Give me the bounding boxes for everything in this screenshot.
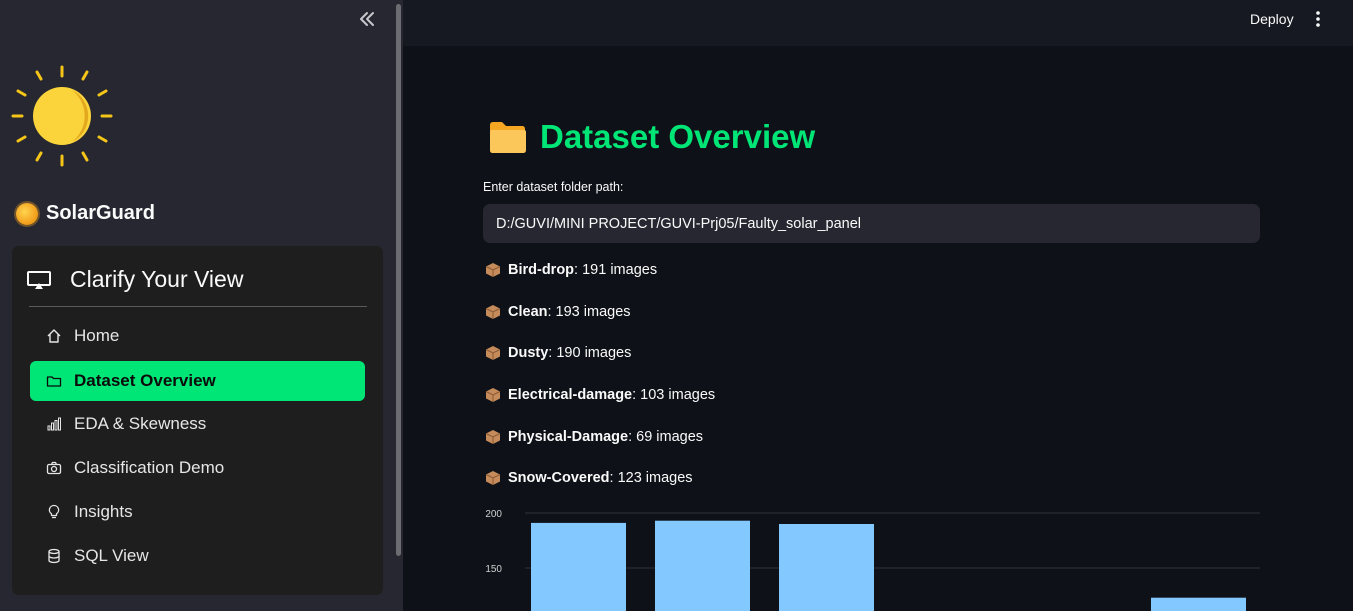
class-count-row: Bird-drop: 191 images	[485, 262, 657, 278]
brand-label: SolarGuard	[46, 202, 155, 224]
nav-item-label: SQL View	[74, 546, 149, 565]
class-name: Clean	[508, 304, 548, 320]
database-icon	[48, 548, 60, 564]
class-count: : 69 images	[628, 429, 704, 445]
deploy-button[interactable]: Deploy	[1244, 8, 1300, 30]
class-name: Physical-Damage	[508, 429, 629, 445]
kebab-menu-icon	[1316, 11, 1320, 27]
class-count-row: Physical-Damage: 69 images	[485, 429, 703, 445]
class-distribution-chart: 200 150	[485, 509, 1260, 611]
nav-item-label: Classification Demo	[74, 458, 225, 477]
nav-item-sql-view[interactable]: SQL View	[30, 536, 365, 576]
folder-icon	[46, 376, 62, 387]
folder-emoji-icon	[490, 122, 526, 153]
page-title-text: Dataset Overview	[540, 118, 816, 155]
camera-icon	[46, 461, 62, 475]
nav-menu-header: Clarify Your View	[26, 266, 243, 293]
class-count: : 193 images	[547, 304, 631, 320]
package-icon	[485, 388, 501, 402]
class-count-row: Electrical-damage: 103 images	[485, 387, 715, 403]
app-header	[403, 0, 1353, 46]
package-icon	[485, 305, 501, 319]
nav-item-classification-demo[interactable]: Classification Demo	[30, 448, 365, 488]
brand-title: SolarGuard	[16, 202, 155, 225]
class-name: Bird-drop	[508, 262, 575, 278]
y-tick-label: 200	[485, 509, 502, 520]
nav-menu-title: Clarify Your View	[70, 266, 244, 292]
dataset-path-input[interactable]	[483, 204, 1260, 243]
sidebar-scrollbar[interactable]	[396, 4, 401, 556]
sidebar: SolarGuard Clarify Your View Home Datase…	[0, 0, 403, 611]
chart-bar[interactable]	[531, 522, 626, 611]
nav-item-label: Home	[74, 326, 120, 345]
nav-divider	[29, 306, 367, 307]
chart-bar[interactable]	[1151, 597, 1246, 611]
nav-item-label: Dataset Overview	[74, 371, 216, 390]
double-chevron-left-icon	[360, 12, 374, 26]
nav-item-label: Insights	[74, 502, 133, 521]
class-count: : 190 images	[548, 345, 632, 361]
collapse-sidebar-button[interactable]	[357, 9, 377, 29]
path-field-label: Enter dataset folder path:	[483, 180, 624, 194]
class-name: Electrical-damage	[508, 387, 633, 403]
y-tick-label: 150	[485, 564, 502, 575]
sun-emoji-icon	[16, 202, 38, 225]
house-icon	[47, 329, 61, 343]
nav-item-dataset-overview[interactable]: Dataset Overview	[30, 361, 365, 401]
package-icon	[485, 471, 501, 485]
package-icon	[485, 346, 501, 360]
class-count: : 123 images	[609, 470, 693, 486]
lightbulb-icon	[48, 504, 60, 519]
class-count-row: Clean: 193 images	[485, 304, 631, 320]
class-name: Snow-Covered	[508, 470, 610, 486]
nav-item-label: EDA & Skewness	[74, 414, 207, 433]
bar-chart-icon	[47, 417, 61, 431]
chart-bar[interactable]	[655, 520, 750, 611]
cast-screen-icon	[27, 270, 51, 289]
class-count: : 103 images	[632, 387, 716, 403]
class-count-row: Dusty: 190 images	[485, 345, 631, 361]
nav-item-insights[interactable]: Insights	[30, 492, 365, 532]
page-title: Dataset Overview	[488, 118, 815, 156]
main-menu-button[interactable]	[1310, 8, 1326, 30]
package-icon	[485, 263, 501, 277]
package-icon	[485, 430, 501, 444]
chart-bar[interactable]	[779, 524, 874, 611]
class-count-row: Snow-Covered: 123 images	[485, 470, 693, 486]
nav-item-eda-skewness[interactable]: EDA & Skewness	[30, 404, 365, 444]
class-count: : 191 images	[574, 262, 658, 278]
nav-item-home[interactable]: Home	[30, 316, 365, 356]
class-name: Dusty	[508, 345, 549, 361]
sun-icon	[11, 65, 113, 167]
